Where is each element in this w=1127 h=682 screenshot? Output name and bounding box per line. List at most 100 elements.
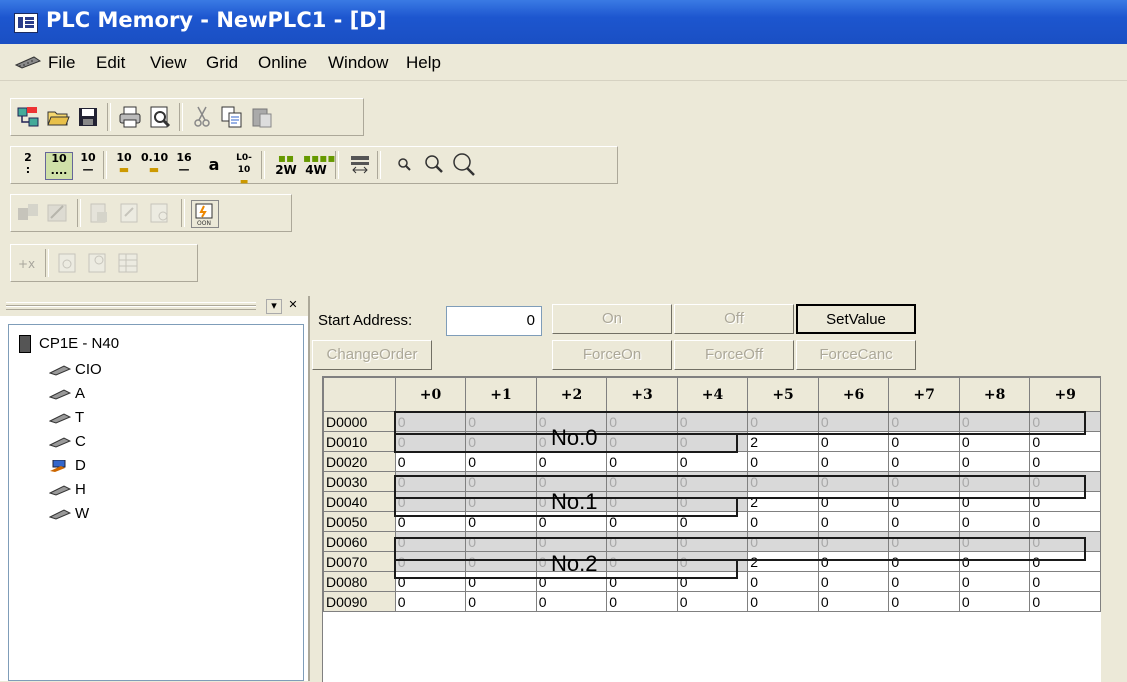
memory-cell[interactable]: 0 bbox=[394, 511, 467, 532]
memory-cell[interactable]: 0 bbox=[606, 511, 678, 532]
tree-item-c[interactable]: C bbox=[49, 433, 86, 450]
memory-cell[interactable]: 0 bbox=[817, 431, 890, 452]
memory-cell[interactable]: 0 bbox=[606, 571, 678, 592]
memory-cell[interactable]: 0 bbox=[888, 551, 960, 572]
memory-cell[interactable]: 0 bbox=[394, 491, 467, 512]
tree-item-t[interactable]: T bbox=[49, 409, 84, 426]
off-button[interactable]: Off bbox=[674, 304, 794, 334]
memory-cell[interactable]: 0 bbox=[676, 531, 749, 552]
open-folder-icon[interactable] bbox=[45, 104, 71, 130]
memory-cell[interactable]: 0 bbox=[958, 591, 1031, 612]
memory-cell[interactable]: 0 bbox=[958, 411, 1031, 432]
reset-icon[interactable] bbox=[55, 250, 81, 276]
memory-cell[interactable]: 0 bbox=[394, 531, 467, 552]
memory-cell[interactable]: 0 bbox=[958, 571, 1031, 592]
memory-cell[interactable]: 0 bbox=[888, 451, 960, 472]
tree-item-cio[interactable]: CIO bbox=[49, 361, 102, 378]
new-project-icon[interactable] bbox=[15, 104, 41, 130]
on-button[interactable]: On bbox=[552, 304, 672, 334]
memory-cell[interactable]: 0 bbox=[676, 511, 749, 532]
four-word-button[interactable]: ▪▪▪▪ 4W bbox=[303, 152, 336, 178]
memory-cell[interactable]: 0 bbox=[888, 511, 960, 532]
memory-icon[interactable] bbox=[14, 55, 42, 69]
memory-cell[interactable]: 0 bbox=[676, 451, 749, 472]
memory-cell[interactable]: 0 bbox=[1029, 411, 1101, 432]
print-icon[interactable] bbox=[117, 104, 143, 130]
memory-cell[interactable]: 0 bbox=[676, 571, 749, 592]
memory-cell[interactable]: 0 bbox=[465, 591, 537, 612]
memory-cell[interactable]: 0 bbox=[394, 591, 467, 612]
memory-cell[interactable]: 0 bbox=[465, 511, 537, 532]
memory-cell[interactable]: 0 bbox=[676, 411, 749, 432]
set-icon[interactable]: +x bbox=[15, 250, 41, 276]
dock-toggle-icon[interactable]: ▾ bbox=[266, 299, 282, 314]
memory-cell[interactable]: 0 bbox=[1029, 571, 1101, 592]
memory-cell[interactable]: 0 bbox=[958, 471, 1031, 492]
paste-icon[interactable] bbox=[249, 104, 275, 130]
tree-item-a[interactable]: A bbox=[49, 385, 85, 402]
memory-cell[interactable]: 0 bbox=[888, 531, 960, 552]
memory-cell[interactable]: 0 bbox=[676, 471, 749, 492]
transfer-from-plc-icon[interactable] bbox=[15, 200, 41, 226]
memory-cell[interactable]: 2 bbox=[747, 431, 819, 452]
memory-cell[interactable]: 0 bbox=[747, 571, 819, 592]
floating-format-button[interactable]: 0.10 ▬ bbox=[141, 152, 168, 178]
memory-cell[interactable]: 0 bbox=[676, 551, 749, 572]
signed-decimal-format-button[interactable]: 10 ▬ bbox=[111, 152, 137, 178]
memory-cell[interactable]: 0 bbox=[817, 511, 890, 532]
memory-cell[interactable]: 0 bbox=[606, 531, 678, 552]
two-word-button[interactable]: ▪▪ 2W bbox=[273, 152, 299, 178]
memory-cell[interactable]: 0 bbox=[394, 431, 467, 452]
menu-online[interactable]: Online bbox=[258, 53, 307, 73]
memory-cell[interactable]: 0 bbox=[817, 551, 890, 572]
memory-cell[interactable]: 0 bbox=[606, 411, 678, 432]
menu-file[interactable]: File bbox=[48, 53, 75, 73]
ascii-format-button[interactable]: a bbox=[201, 152, 227, 178]
memory-cell[interactable]: 0 bbox=[747, 511, 819, 532]
memory-cell[interactable]: 0 bbox=[676, 591, 749, 612]
save-icon[interactable] bbox=[75, 104, 101, 130]
copy-icon[interactable] bbox=[219, 104, 245, 130]
tree-item-d[interactable]: D bbox=[49, 457, 86, 474]
monitor-icon[interactable] bbox=[117, 200, 143, 226]
memory-cell[interactable]: 0 bbox=[465, 571, 537, 592]
search-memory-icon[interactable] bbox=[147, 200, 173, 226]
tree-item-h[interactable]: H bbox=[49, 481, 86, 498]
memory-cell[interactable]: 0 bbox=[394, 471, 467, 492]
memory-cell[interactable]: 0 bbox=[1029, 451, 1101, 472]
memory-cell[interactable]: 0 bbox=[606, 431, 678, 452]
tree-root-plc[interactable]: CP1E - N40 bbox=[19, 335, 119, 354]
change-order-button[interactable]: ChangeOrder bbox=[312, 340, 432, 370]
memory-cell[interactable]: 0 bbox=[676, 491, 749, 512]
memory-cell[interactable]: 0 bbox=[1029, 591, 1101, 612]
memory-cell[interactable]: 0 bbox=[676, 431, 749, 452]
zoom-small-icon[interactable] bbox=[391, 152, 417, 178]
memory-cell[interactable]: 0 bbox=[606, 451, 678, 472]
transfer-to-plc-icon[interactable] bbox=[45, 200, 71, 226]
memory-cell[interactable]: 0 bbox=[1029, 511, 1101, 532]
memory-cell[interactable]: 2 bbox=[747, 551, 819, 572]
menu-window[interactable]: Window bbox=[328, 53, 388, 73]
memory-cell[interactable]: 0 bbox=[394, 411, 467, 432]
bcd-format-button[interactable]: 10.... bbox=[45, 152, 73, 180]
print-preview-icon[interactable] bbox=[147, 104, 173, 130]
memory-cell[interactable]: 0 bbox=[535, 531, 608, 552]
memory-cell[interactable]: 0 bbox=[958, 511, 1031, 532]
memory-cell[interactable]: 0 bbox=[747, 411, 819, 432]
hex-format-button[interactable]: 16— bbox=[171, 152, 197, 178]
memory-cell[interactable]: 0 bbox=[394, 551, 467, 572]
memory-cell[interactable]: 0 bbox=[817, 411, 890, 432]
memory-cell[interactable]: 0 bbox=[394, 451, 467, 472]
memory-cell[interactable]: 0 bbox=[1029, 551, 1101, 572]
memory-cell[interactable]: 0 bbox=[465, 451, 537, 472]
memory-cell[interactable]: 0 bbox=[1029, 491, 1101, 512]
force-on-button[interactable]: ForceOn bbox=[552, 340, 672, 370]
menu-edit[interactable]: Edit bbox=[96, 53, 125, 73]
memory-cell[interactable]: 0 bbox=[958, 431, 1031, 452]
memory-cell[interactable]: 0 bbox=[888, 431, 960, 452]
force-status-icon[interactable]: OON bbox=[191, 200, 219, 228]
change-order-icon[interactable] bbox=[347, 152, 373, 178]
memory-cell[interactable]: 0 bbox=[958, 551, 1031, 572]
online-edit-icon[interactable] bbox=[85, 250, 111, 276]
memory-cell[interactable]: 0 bbox=[888, 571, 960, 592]
